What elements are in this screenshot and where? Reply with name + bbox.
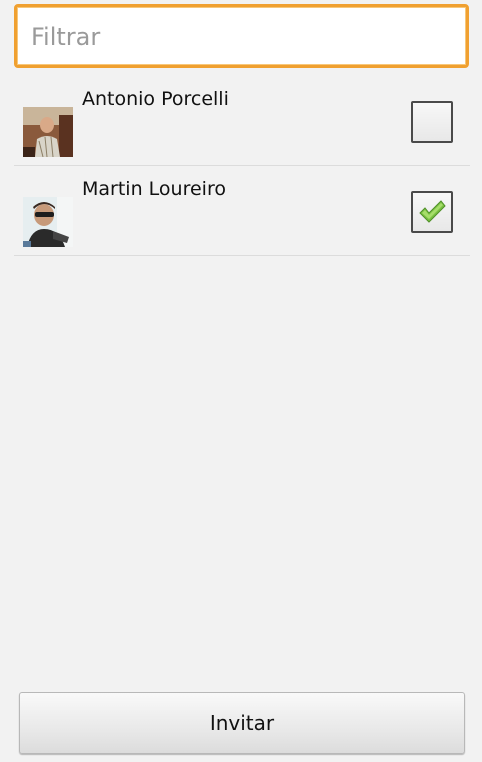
check-icon (419, 200, 446, 223)
contact-list: Antonio Porcelli Martin Loureiro (14, 76, 470, 256)
contact-checkbox[interactable] (411, 191, 453, 233)
filter-field[interactable] (14, 4, 469, 68)
invite-button[interactable]: Invitar (19, 692, 465, 754)
avatar (23, 197, 73, 247)
invite-contacts-screen: Antonio Porcelli Martin Loureiro (0, 0, 482, 762)
filter-input[interactable] (31, 17, 451, 57)
list-item[interactable]: Martin Loureiro (14, 166, 470, 256)
contact-name: Antonio Porcelli (82, 88, 229, 110)
contact-name: Martin Loureiro (82, 178, 226, 200)
avatar (23, 107, 73, 157)
contact-checkbox[interactable] (411, 101, 453, 143)
list-item[interactable]: Antonio Porcelli (14, 76, 470, 166)
